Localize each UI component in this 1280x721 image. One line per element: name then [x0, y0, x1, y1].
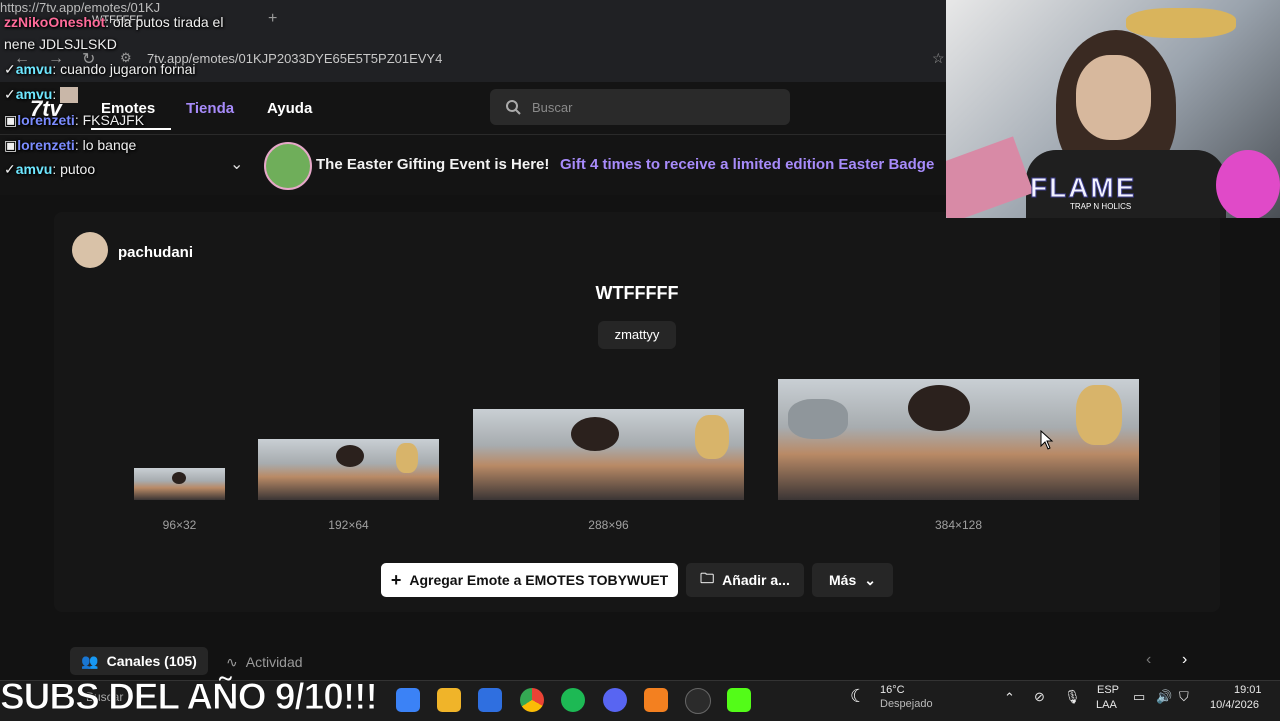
- pepe-easter-icon: [264, 142, 312, 190]
- plus-icon: +: [390, 569, 402, 590]
- chat-line: ✓amvu: putoo: [4, 161, 96, 177]
- avatar[interactable]: [72, 232, 108, 268]
- bookmark-star-icon[interactable]: ☆: [932, 50, 945, 67]
- chat-line: nene JDLSJLSKD: [4, 36, 117, 52]
- activity-icon: ∿: [226, 653, 238, 670]
- emote-title: WTFFFFF: [595, 283, 679, 303]
- clock-time[interactable]: 19:01: [1234, 684, 1262, 696]
- tray-expand-icon[interactable]: ⌃: [1004, 690, 1015, 706]
- display-icon[interactable]: ▭: [1133, 689, 1145, 705]
- folder-icon: 🗀: [700, 570, 715, 586]
- subs-overlay-text: SUBS DEL AÑO 9/10!!!: [0, 676, 378, 718]
- tab-activity[interactable]: ∿ Actividad: [226, 650, 303, 674]
- emote-tag[interactable]: zmattyy: [598, 321, 676, 349]
- tab-channels[interactable]: 👥 Canales (105): [70, 647, 208, 675]
- emote-preview-3x[interactable]: [473, 409, 744, 500]
- weather-temp[interactable]: 16°C: [880, 684, 905, 696]
- add-emote-label: Agregar Emote a EMOTES TOBYWUET: [409, 572, 669, 588]
- emote-icon: [60, 87, 79, 104]
- size-label-3x: 288×96: [588, 518, 629, 532]
- cloud-icon[interactable]: [644, 688, 668, 712]
- webcam-logo-sub: TRAP N HOLICS: [1070, 202, 1132, 211]
- add-to-label: Añadir a...: [722, 572, 790, 588]
- emote-preview-1x[interactable]: [134, 468, 225, 500]
- tab-activity-label: Actividad: [245, 654, 303, 670]
- more-label: Más: [829, 572, 857, 588]
- emote-preview-4x[interactable]: [778, 379, 1139, 500]
- chevron-down-icon: ⌄: [864, 571, 876, 588]
- volume-icon[interactable]: 🔊: [1156, 689, 1172, 705]
- webcam-logo: FLAME: [1029, 172, 1137, 204]
- size-label-1x: 96×32: [162, 518, 197, 532]
- url-top-text: https://7tv.app/emotes/01KJ: [0, 0, 161, 15]
- size-label-4x: 384×128: [934, 518, 983, 532]
- kick-icon[interactable]: [727, 688, 751, 712]
- add-emote-button[interactable]: + Agregar Emote a EMOTES TOBYWUET: [381, 563, 678, 597]
- spotify-icon[interactable]: [561, 688, 585, 712]
- chat-line: ✓amvu: cuando jugaron fornai: [4, 61, 196, 77]
- tab-channels-label: Canales (105): [106, 653, 197, 669]
- chrome-icon[interactable]: [520, 688, 544, 712]
- chat-line: ✓amvu:: [4, 86, 79, 104]
- chat-line: ▣lorenzeti: lo banqe: [4, 137, 137, 153]
- search-icon: [506, 100, 521, 115]
- obs-icon[interactable]: [685, 688, 711, 714]
- search-placeholder: Buscar: [532, 100, 573, 115]
- discord-icon[interactable]: [603, 688, 627, 712]
- shield-icon[interactable]: ⛉: [1179, 689, 1189, 705]
- new-tab-icon[interactable]: +: [268, 10, 277, 28]
- banner-title: The Easter Gifting Event is Here!: [316, 156, 550, 173]
- nav-tienda[interactable]: Tienda: [186, 100, 234, 117]
- chat-line: zzNikoOneshot: ola putos tirada el: [4, 14, 224, 30]
- owner-name[interactable]: pachudani: [118, 244, 193, 261]
- more-button[interactable]: Más ⌄: [812, 563, 893, 597]
- users-icon: 👥: [81, 652, 99, 669]
- network-off-icon[interactable]: ⊘: [1034, 689, 1045, 705]
- mouse-cursor-icon: [1040, 430, 1054, 450]
- emote-preview-2x[interactable]: [258, 439, 439, 500]
- clock-date[interactable]: 10/4/2026: [1210, 699, 1259, 711]
- add-to-button[interactable]: 🗀 Añadir a...: [686, 563, 804, 597]
- banner-subtitle[interactable]: Gift 4 times to receive a limited editio…: [560, 156, 934, 173]
- file-explorer-icon[interactable]: [437, 688, 461, 712]
- chat-line: ▣lorenzeti: FKSAJFK: [4, 112, 145, 128]
- language-top[interactable]: ESP: [1097, 684, 1119, 696]
- prev-page-icon[interactable]: ‹: [1146, 651, 1151, 669]
- microphone-icon[interactable]: 🎙: [1064, 689, 1081, 705]
- nav-ayuda[interactable]: Ayuda: [267, 100, 312, 117]
- language-bottom[interactable]: LAA: [1096, 699, 1117, 711]
- size-label-2x: 192×64: [328, 518, 369, 532]
- mail-icon[interactable]: [396, 688, 420, 712]
- next-page-icon[interactable]: ›: [1182, 651, 1187, 669]
- weather-desc[interactable]: Despejado: [880, 698, 933, 710]
- moon-icon: ☾: [850, 686, 867, 706]
- chevron-down-icon[interactable]: ⌄: [230, 154, 243, 174]
- store-icon[interactable]: [478, 688, 502, 712]
